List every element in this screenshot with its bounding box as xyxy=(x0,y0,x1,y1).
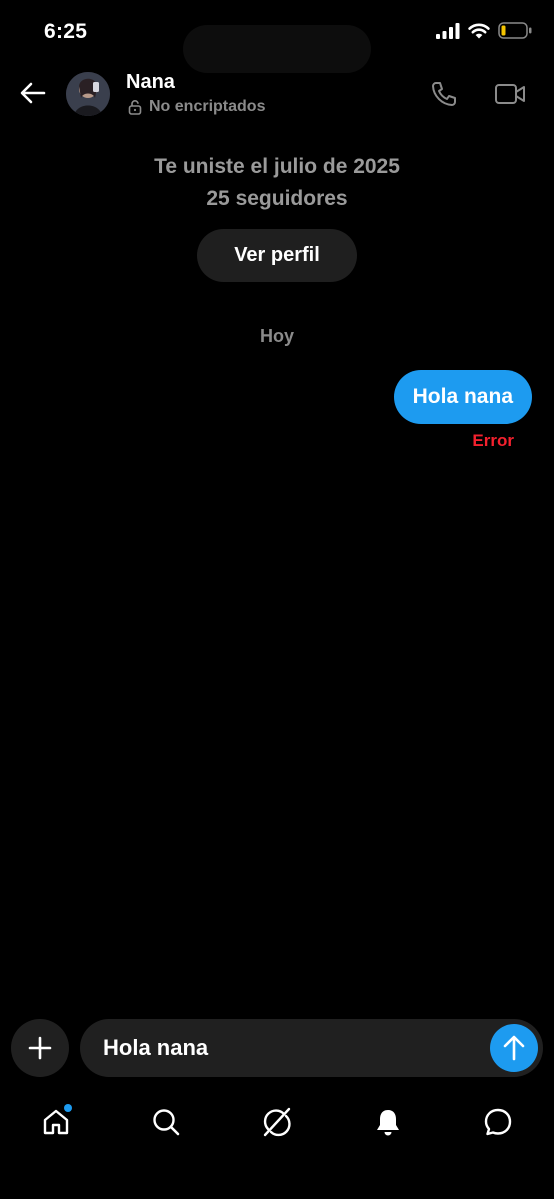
followers-count: 25 seguidores xyxy=(206,187,348,210)
joined-date: Te uniste el julio de 2025 xyxy=(154,155,400,178)
message-error-status[interactable]: Error xyxy=(472,431,514,451)
bottom-tab-bar xyxy=(0,1094,554,1150)
sent-message-bubble[interactable]: Hola nana xyxy=(393,370,532,424)
add-attachment-button[interactable] xyxy=(11,1019,69,1077)
notification-dot xyxy=(64,1104,72,1112)
grok-icon xyxy=(263,1107,291,1137)
back-button[interactable] xyxy=(16,76,50,110)
avatar[interactable] xyxy=(66,72,110,116)
search-icon xyxy=(153,1109,180,1136)
send-button[interactable] xyxy=(490,1024,538,1072)
video-camera-icon xyxy=(495,84,525,104)
tab-notifications[interactable] xyxy=(370,1104,406,1140)
arrow-left-icon xyxy=(20,82,46,104)
phone-icon xyxy=(432,82,456,106)
call-button[interactable] xyxy=(428,78,460,110)
tab-grok[interactable] xyxy=(259,1104,295,1140)
bell-icon xyxy=(377,1110,399,1136)
date-separator: Hoy xyxy=(259,326,294,346)
tab-home[interactable] xyxy=(38,1104,74,1140)
arrow-up-icon xyxy=(503,1035,525,1061)
view-profile-button[interactable]: Ver perfil xyxy=(197,229,357,282)
tab-messages[interactable] xyxy=(480,1104,516,1140)
status-bar: 6:25 xyxy=(0,0,554,73)
plus-icon xyxy=(28,1036,52,1060)
avatar-image xyxy=(66,72,110,116)
message-icon xyxy=(484,1108,512,1136)
encryption-label: No encriptados xyxy=(149,98,266,115)
message-composer[interactable]: Hola nana xyxy=(80,1019,543,1077)
tab-search[interactable] xyxy=(148,1104,184,1140)
message-input[interactable]: Hola nana xyxy=(103,1035,208,1061)
status-time: 6:25 xyxy=(44,20,88,43)
battery-icon xyxy=(498,22,532,39)
chat-header: Nana No encriptados xyxy=(0,66,554,126)
status-icons xyxy=(436,22,532,39)
video-call-button[interactable] xyxy=(493,78,527,110)
encryption-status: No encriptados xyxy=(127,98,265,116)
unlock-icon xyxy=(128,100,142,115)
contact-name[interactable]: Nana xyxy=(126,71,175,94)
signal-icon xyxy=(436,22,460,39)
wifi-icon xyxy=(468,23,490,38)
